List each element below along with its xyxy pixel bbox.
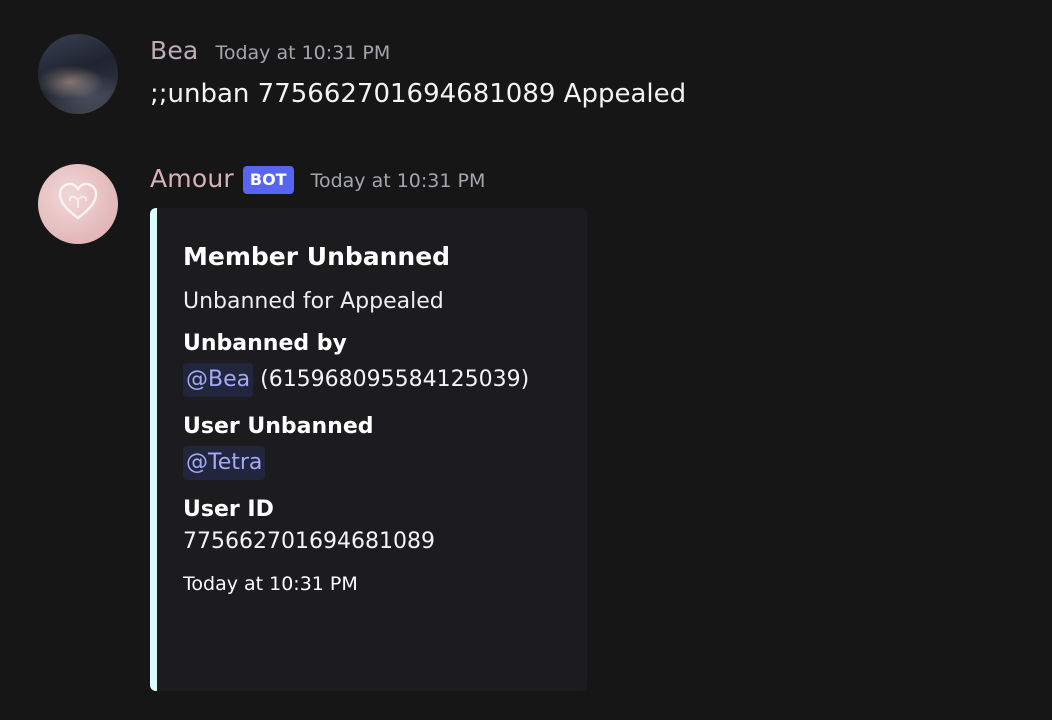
field-name: User ID	[183, 497, 274, 522]
embed-body: Member Unbanned Unbanned for Appealed Un…	[183, 242, 575, 595]
embed-description: Unbanned for Appealed	[183, 289, 444, 314]
embed-card: Member Unbanned Unbanned for Appealed Un…	[150, 208, 587, 691]
field-value: 775662701694681089	[183, 529, 435, 554]
field-value: @Bea (615968095584125039)	[183, 363, 575, 397]
bot-badge: BOT	[242, 166, 294, 194]
field-name: User Unbanned	[183, 414, 374, 439]
message-header: Amour BOT Today at 10:31 PM	[150, 164, 485, 196]
bot-avatar[interactable]	[38, 164, 118, 244]
heart-icon	[56, 180, 100, 224]
user-avatar[interactable]	[38, 34, 118, 114]
message-timestamp[interactable]: Today at 10:31 PM	[215, 42, 390, 64]
embed-field-unbanned-by: Unbanned by @Bea (615968095584125039)	[183, 331, 575, 397]
username[interactable]: Bea	[150, 36, 198, 65]
user-mention[interactable]: @Bea	[183, 363, 254, 397]
message-header: Bea Today at 10:31 PM	[150, 36, 390, 65]
field-value: @Tetra	[183, 446, 575, 480]
embed-field-user-id: User ID 775662701694681089	[183, 497, 575, 554]
message-content: ;;unban 775662701694681089 Appealed	[150, 79, 687, 109]
message-timestamp[interactable]: Today at 10:31 PM	[311, 170, 486, 192]
embed-accent-bar	[150, 208, 157, 691]
username[interactable]: Amour	[150, 164, 234, 193]
embed-footer-timestamp: Today at 10:31 PM	[183, 573, 358, 595]
embed-title: Member Unbanned	[183, 242, 451, 271]
embed-field-user-unbanned: User Unbanned @Tetra	[183, 414, 575, 480]
chat-messages: Bea Today at 10:31 PM ;;unban 7756627016…	[0, 0, 1052, 720]
user-mention[interactable]: @Tetra	[183, 446, 266, 480]
user-id-text: (615968095584125039)	[260, 367, 530, 392]
field-name: Unbanned by	[183, 331, 347, 356]
